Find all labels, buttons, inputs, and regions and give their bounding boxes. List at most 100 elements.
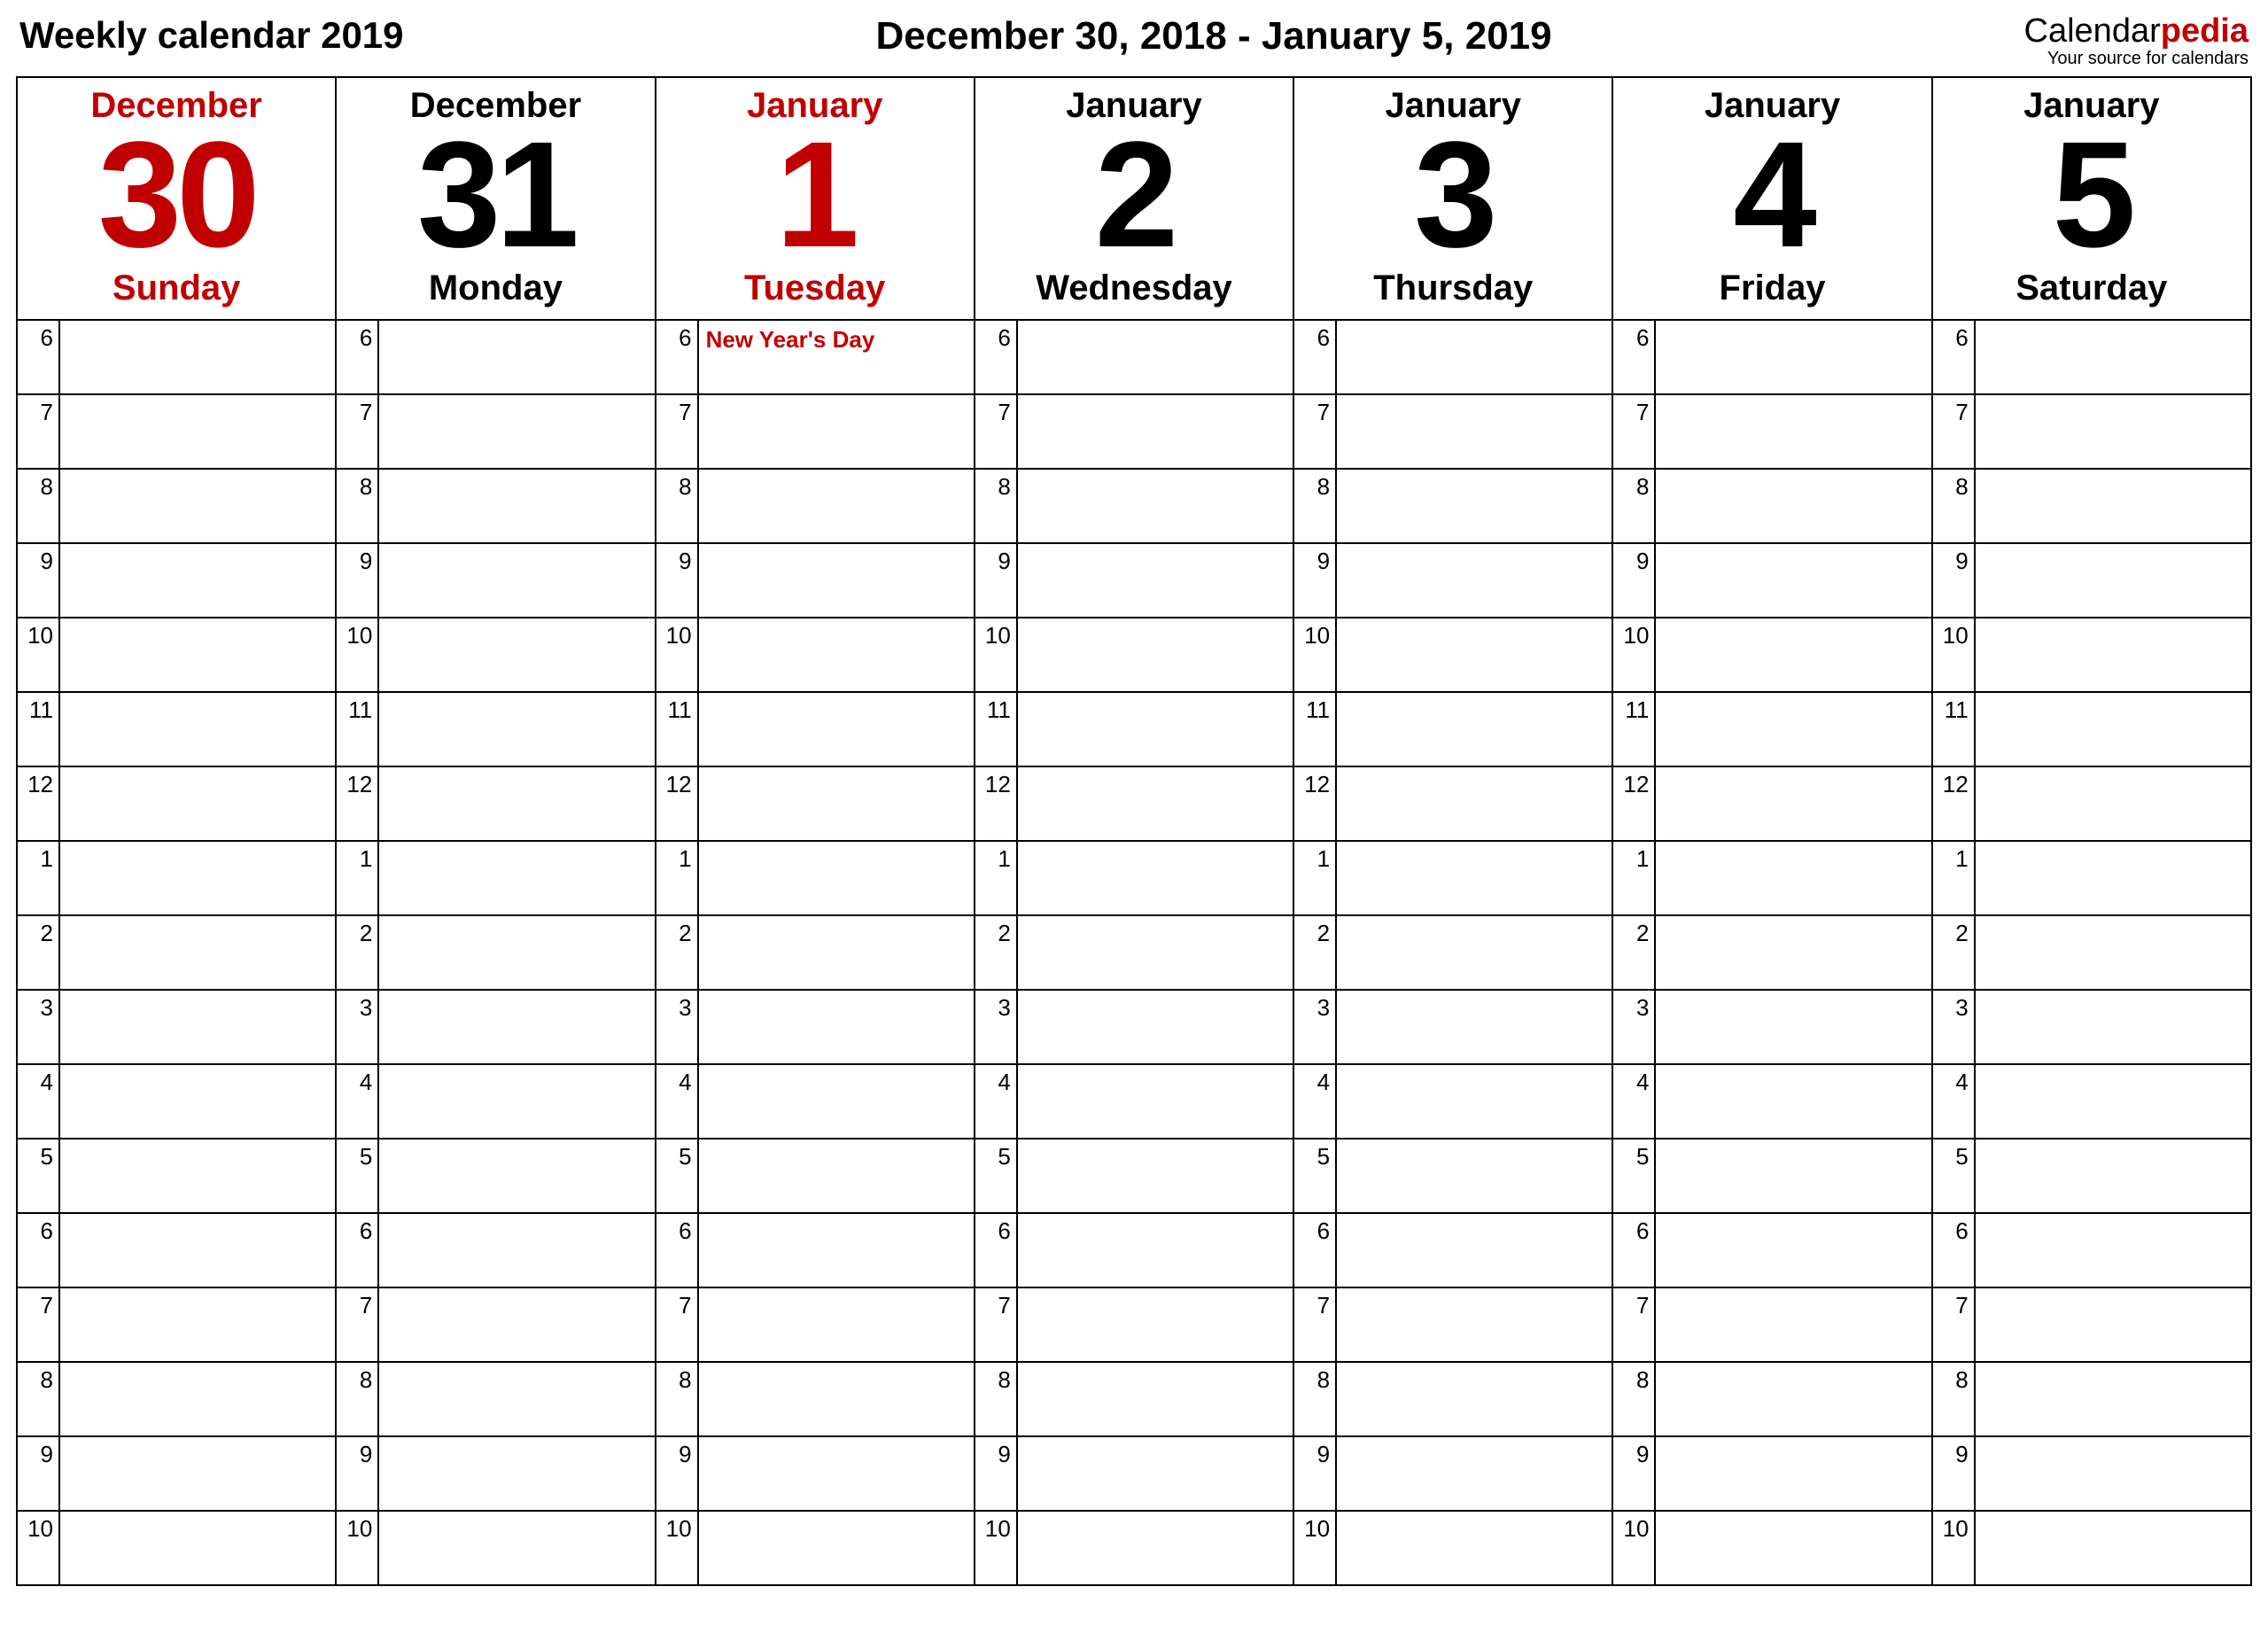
hour-cell: 4 [336, 1064, 655, 1139]
hour-cell: 3 [1932, 990, 2251, 1064]
hour-cell: 10 [1932, 618, 2251, 692]
hour-label: 11 [1613, 696, 1654, 724]
hour-cell: 6 [656, 1213, 975, 1287]
hour-cell: 6 [1612, 1213, 1931, 1287]
hour-cell: 12 [17, 766, 336, 841]
hour-cell: 8 [975, 1362, 1293, 1436]
day-header: January1Tuesday [656, 77, 975, 320]
hour-cell: 6 [975, 1213, 1293, 1287]
hour-label: 12 [656, 771, 697, 798]
hour-cell: 7 [1293, 394, 1612, 469]
hour-cell: 1 [1612, 841, 1931, 915]
hour-label: 12 [1294, 771, 1335, 798]
hour-label: 10 [18, 622, 58, 649]
hour-label: 2 [1933, 920, 1974, 947]
hour-cell: 2 [17, 915, 336, 990]
hour-cell: 8 [17, 1362, 336, 1436]
day-header-number: 4 [1620, 124, 1923, 268]
hour-row: 12121212121212 [17, 766, 2251, 841]
hour-cell: 9 [17, 1436, 336, 1511]
hour-row: 5555555 [17, 1139, 2251, 1213]
hour-label: 3 [1933, 994, 1974, 1022]
hour-cell: 8 [975, 469, 1293, 543]
hour-cell: 7 [336, 1287, 655, 1362]
hour-label: 9 [337, 548, 377, 575]
hour-label: 6 [1294, 1217, 1335, 1245]
hour-label: 6 [975, 1217, 1016, 1245]
calendar-table: December30SundayDecember31MondayJanuary1… [16, 76, 2252, 1586]
hour-row: 2222222 [17, 915, 2251, 990]
hour-cell: 10 [17, 618, 336, 692]
event-label: New Year's Day [706, 326, 967, 354]
hour-cell: 2 [1612, 915, 1931, 990]
hour-label: 9 [1613, 548, 1654, 575]
hour-cell: 9 [975, 543, 1293, 618]
hour-cell: 1 [1293, 841, 1612, 915]
hour-label: 7 [975, 1292, 1016, 1319]
hour-row: 9999999 [17, 1436, 2251, 1511]
day-header-weekday: Friday [1620, 269, 1923, 307]
hour-label: 8 [1294, 473, 1335, 501]
hour-label: 6 [18, 324, 58, 352]
hour-label: 2 [656, 920, 697, 947]
hour-label: 8 [975, 1366, 1016, 1394]
hour-cell: 1 [975, 841, 1293, 915]
hour-cell: 8 [656, 1362, 975, 1436]
hour-label: 7 [1933, 399, 1974, 426]
hour-cell: 10 [336, 618, 655, 692]
hour-cell: 8 [1293, 1362, 1612, 1436]
hour-cell: 12 [1293, 766, 1612, 841]
hour-label: 10 [1933, 622, 1974, 649]
hour-label: 9 [337, 1441, 377, 1468]
hour-cell: 7 [975, 1287, 1293, 1362]
hour-cell: 1 [656, 841, 975, 915]
hour-cell: 4 [17, 1064, 336, 1139]
hour-label: 6 [656, 324, 697, 352]
hour-label: 8 [1613, 473, 1654, 501]
hour-label: 10 [656, 1515, 697, 1543]
hour-cell: 4 [656, 1064, 975, 1139]
hour-label: 4 [1294, 1069, 1335, 1096]
hour-label: 9 [656, 1441, 697, 1468]
day-header-number: 5 [1940, 124, 2243, 268]
hour-label: 6 [1613, 324, 1654, 352]
hour-label: 6 [18, 1217, 58, 1245]
hour-label: 2 [337, 920, 377, 947]
brand-tagline: Your source for calendars [2024, 50, 2249, 67]
hour-label: 10 [975, 622, 1016, 649]
brand-part-b: pedia [2161, 12, 2249, 50]
day-header-weekday: Thursday [1301, 269, 1604, 307]
hour-cell: 10 [17, 1511, 336, 1585]
hour-cell: 7 [656, 1287, 975, 1362]
hour-label: 3 [656, 994, 697, 1022]
hour-label: 3 [18, 994, 58, 1022]
hour-row: 6666666 [17, 1213, 2251, 1287]
hour-cell: 10 [1612, 618, 1931, 692]
hour-label: 8 [1933, 1366, 1974, 1394]
hour-label: 3 [1294, 994, 1335, 1022]
hour-label: 1 [1294, 845, 1335, 873]
hour-cell: 7 [1612, 1287, 1931, 1362]
hour-cell: 8 [656, 469, 975, 543]
hour-label: 6 [975, 324, 1016, 352]
hour-label: 1 [975, 845, 1016, 873]
hour-label: 8 [975, 473, 1016, 501]
hour-cell: 5 [336, 1139, 655, 1213]
hour-row: 3333333 [17, 990, 2251, 1064]
day-header: January5Saturday [1932, 77, 2251, 320]
hour-cell: 8 [1932, 1362, 2251, 1436]
hour-cell: 10 [1293, 1511, 1612, 1585]
hour-label: 10 [1613, 622, 1654, 649]
hour-label: 4 [1933, 1069, 1974, 1096]
day-header: December30Sunday [17, 77, 336, 320]
hour-label: 9 [18, 548, 58, 575]
hour-row: 8888888 [17, 469, 2251, 543]
hour-cell: 5 [1932, 1139, 2251, 1213]
page-header: Weekly calendar 2019 December 30, 2018 -… [16, 11, 2252, 76]
hour-row: 1111111 [17, 841, 2251, 915]
hour-cell: 2 [1932, 915, 2251, 990]
hour-cell: 10 [1932, 1511, 2251, 1585]
title-left: Weekly calendar 2019 [19, 14, 404, 57]
hour-cell: 7 [1293, 1287, 1612, 1362]
hour-cell: 12 [1932, 766, 2251, 841]
